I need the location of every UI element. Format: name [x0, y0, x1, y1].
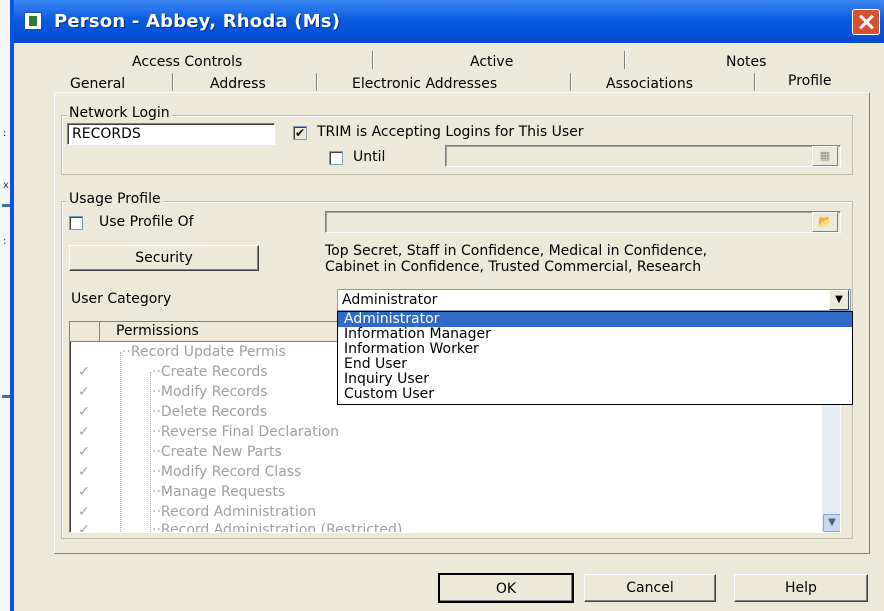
permission-row: ··Reverse Final Declaration — [152, 424, 340, 440]
user-category-label: User Category — [71, 291, 172, 307]
tab-divider — [570, 73, 572, 91]
check-mark-icon: ✓ — [78, 424, 90, 440]
security-button[interactable]: Security — [69, 245, 259, 271]
permission-group-row: ··Record Update Permis — [122, 344, 286, 360]
until-checkbox[interactable] — [329, 151, 343, 165]
permission-row: ··Record Administration — [152, 504, 317, 520]
check-mark-icon: ✓ — [78, 464, 90, 480]
folder-icon: 📂 — [812, 212, 838, 232]
chevron-down-icon[interactable]: ▼ — [829, 290, 849, 310]
category-option-custom-user[interactable]: Custom User — [338, 387, 852, 402]
security-levels-line1: Top Secret, Staff in Confidence, Medical… — [325, 243, 708, 259]
profile-tab-panel: Network Login RECORDS TRIM is Accepting … — [54, 92, 870, 554]
tab-electronic-addresses[interactable]: Electronic Addresses — [352, 76, 497, 92]
accepting-logins-checkbox[interactable] — [293, 126, 307, 140]
permission-row: ··Create Records — [152, 364, 268, 380]
category-option-inquiry-user[interactable]: Inquiry User — [338, 372, 852, 387]
help-button[interactable]: Help — [734, 574, 868, 602]
tab-divider — [624, 51, 626, 69]
check-mark-icon: ✓ — [78, 484, 90, 500]
tab-active[interactable]: Active — [470, 54, 513, 70]
background-highlight — [2, 204, 10, 207]
cancel-button[interactable]: Cancel — [584, 574, 716, 602]
until-date-field: ▦ — [445, 145, 841, 167]
permission-row: ··Delete Records — [152, 404, 268, 420]
background-highlight — [2, 395, 10, 398]
category-option-administrator[interactable]: Administrator — [338, 312, 852, 327]
ok-button[interactable]: OK — [438, 573, 574, 603]
until-label: Until — [353, 149, 386, 165]
window-title: Person - Abbey, Rhoda (Ms) — [54, 11, 341, 32]
user-category-select[interactable]: Administrator — [337, 289, 851, 311]
background-glyph: : — [3, 128, 7, 139]
tree-line — [150, 372, 151, 532]
category-option-end-user[interactable]: End User — [338, 357, 852, 372]
security-levels-line2: Cabinet in Confidence, Trusted Commercia… — [325, 259, 702, 275]
check-mark-icon: ✓ — [78, 444, 90, 460]
user-category-dropdown[interactable]: Administrator Information Manager Inform… — [337, 311, 853, 405]
tab-notes[interactable]: Notes — [726, 54, 766, 70]
check-mark-icon: ✓ — [78, 384, 90, 400]
permission-row: ··Record Administration (Restricted) — [152, 522, 403, 533]
background-window-edge — [0, 0, 10, 611]
use-profile-of-label: Use Profile Of — [99, 214, 194, 230]
tab-divider — [754, 73, 756, 91]
tab-address[interactable]: Address — [210, 76, 266, 92]
background-glyph: : — [3, 236, 7, 247]
permissions-column-header[interactable]: Permissions — [116, 323, 199, 339]
tab-general[interactable]: General — [70, 76, 125, 92]
network-login-input[interactable]: RECORDS — [67, 123, 275, 145]
title-bar[interactable]: Person - Abbey, Rhoda (Ms) — [14, 0, 884, 43]
tree-line — [120, 352, 121, 532]
close-button[interactable] — [852, 9, 880, 35]
permission-row: ··Create New Parts — [152, 444, 282, 460]
tab-profile[interactable]: Profile — [788, 73, 832, 89]
background-glyph: x — [3, 180, 9, 191]
app-icon — [24, 12, 42, 30]
permission-row: ··Modify Record Class — [152, 464, 302, 480]
calendar-icon: ▦ — [812, 146, 838, 166]
permission-row: ··Modify Records — [152, 384, 268, 400]
category-option-information-worker[interactable]: Information Worker — [338, 342, 852, 357]
header-check-column — [70, 322, 100, 342]
tab-access-controls[interactable]: Access Controls — [132, 54, 242, 70]
network-login-legend: Network Login — [67, 105, 172, 121]
check-mark-icon: ✓ — [78, 404, 90, 420]
tab-divider — [316, 73, 318, 91]
tab-divider — [172, 73, 174, 91]
tab-associations[interactable]: Associations — [606, 76, 693, 92]
person-dialog: Person - Abbey, Rhoda (Ms) Access Contro… — [10, 0, 884, 611]
check-mark-icon: ✓ — [78, 364, 90, 380]
usage-profile-legend: Usage Profile — [67, 191, 163, 207]
check-mark-icon: ✓ — [78, 522, 90, 533]
tab-divider — [372, 51, 374, 69]
category-option-information-manager[interactable]: Information Manager — [338, 327, 852, 342]
accepting-logins-label: TRIM is Accepting Logins for This User — [317, 124, 584, 140]
check-mark-icon: ✓ — [78, 504, 90, 520]
permission-row: ··Manage Requests — [152, 484, 286, 500]
use-profile-of-field: 📂 — [325, 211, 841, 233]
use-profile-of-checkbox[interactable] — [69, 216, 83, 230]
scroll-down-icon[interactable]: ▼ — [823, 514, 840, 532]
